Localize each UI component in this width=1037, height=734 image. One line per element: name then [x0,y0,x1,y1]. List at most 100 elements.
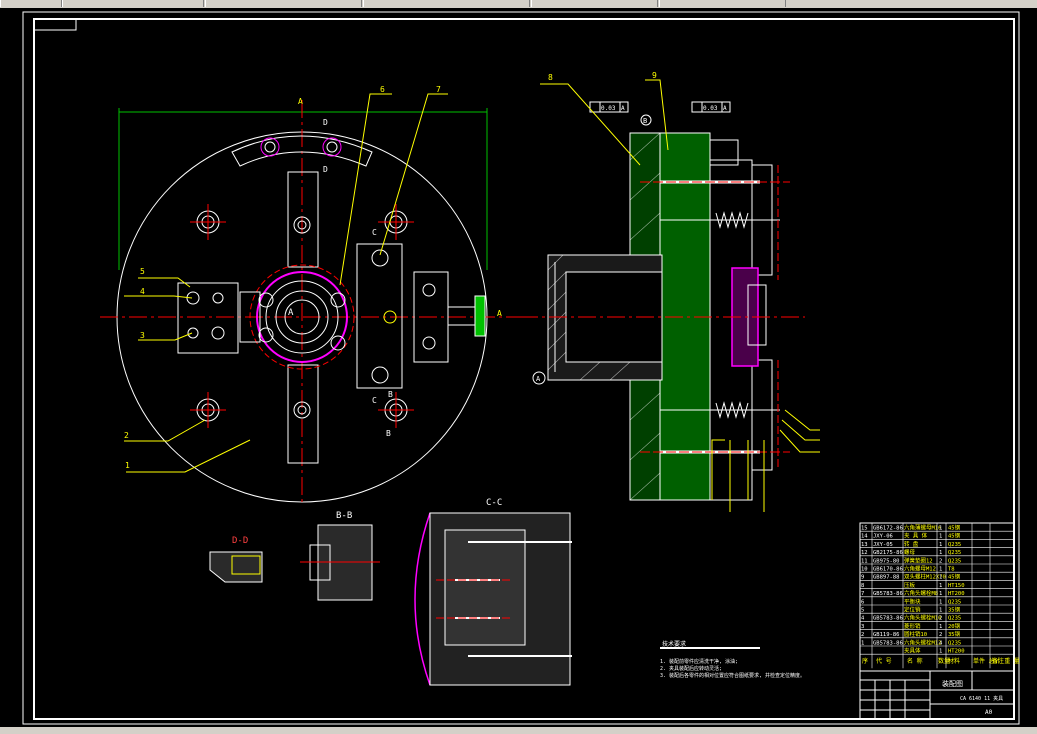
bom-cell: GB897-88 [873,575,900,581]
bom-cell: 45钢 [948,532,961,540]
bom-cell: 45钢 [948,573,961,581]
leader-label-9: 9 [652,71,657,80]
leader-label-5: 5 [140,267,145,276]
section-c-top: C [372,228,377,237]
bom-header-cell: 材料 [948,657,960,665]
bom-cell: 20钢 [948,622,961,630]
bom-cell: 定位销 [904,606,921,614]
bom-cell: 1 [939,567,942,573]
bom-cell: JXY-05 [873,542,893,548]
bom-cell: 2 [939,616,942,622]
bom-cell: 15 [861,526,868,532]
bom-cell: 8 [861,583,864,589]
slot-bolt [260,137,280,157]
bom-cell: GB5783-86 [873,591,903,597]
section-d-top: D [323,118,328,127]
section-d-bottom: D [323,165,328,174]
hole-top-left [190,204,226,240]
notes-line-2: 2. 夹具装配后应转动灵活; [660,665,722,672]
bom-cell: 35钢 [948,630,961,638]
bom-cell: 六角薄螺母M16 [904,524,941,532]
hole-bottom-right [378,392,414,428]
section-a-side: A [497,309,502,318]
runout-ref: A [723,105,727,112]
bom-cell: 1 [939,550,942,556]
drawing-subtitle: CA 6140 11 夹具 [960,695,1003,702]
bom-cell: 菱形销 [904,622,921,630]
bom-cell: 1 [939,649,942,655]
bom-cell: 1 [939,575,942,581]
bom-cell: 9 [861,575,864,581]
datum-label: A [536,375,541,383]
cad-drawing[interactable]: A A A D D C C B B 1 2 3 4 5 6 7 A B 0.03… [0,0,1037,734]
bom-cell: 4 [939,640,943,646]
bom-cell: 1 [939,624,942,630]
bom-cell: 六角头螺栓M10 [904,614,941,622]
runout-frame: 0.03 A [691,101,731,113]
bom-cell: 1 [939,599,942,605]
section-b-top: B [388,390,393,399]
bom-cell: 3 [861,624,864,630]
locator-block [177,282,239,354]
slot-bolt-inner [264,141,276,153]
section-c-bottom: C [372,396,377,405]
bom-cell: GB6170-86 [873,567,903,573]
view-cc-title: C-C [486,498,502,508]
bom-cell: 1 [939,608,942,614]
slot-bolt [322,137,342,157]
bom-cell: GB6172-86 [873,526,903,532]
bom-cell: 1 [939,542,942,548]
bom-cell: 1 [939,591,942,597]
bom-cell: 12 [861,550,868,556]
leader-1 [126,439,251,473]
bom-cell: Q235 [948,616,961,622]
perp-ref: A [621,105,625,112]
hole-bottom-left [190,392,226,428]
bom-header-cell: 名 称 [907,657,923,665]
bom-cell: 六角螺母M12 [904,565,936,573]
bom-cell: T8 [948,567,955,573]
knob-shaft [447,306,477,326]
bom-cell: 35钢 [948,606,961,614]
leader-label-2: 2 [124,431,129,440]
bom-cell: Q235 [948,599,961,605]
detail-view-bb: B-B [300,511,380,601]
leader-label-3: 3 [140,331,145,340]
bom-cell: JXY-06 [873,534,893,540]
bom-cell: 夹具体 [904,647,921,655]
notes-heading: 技术要求 [662,640,686,648]
leader-label-7: 7 [436,85,441,94]
leader-4 [124,295,193,299]
bom-cell: 10 [861,567,868,573]
title-block: 装配图 CA 6140 11 夹具 A0 [859,670,1015,720]
notes-line-1: 1. 装配前零件应清洗干净, 涂油; [660,658,738,665]
bom-cell: 弹簧垫圈12 [904,556,933,564]
section-a-top: A [298,97,303,106]
bom-cell: 六角头螺栓M12 [904,638,941,646]
bom-cell: 2 [939,632,942,638]
detail-view-cc: C-C [414,498,572,686]
bom-cell: 2 [939,558,942,564]
drawing-name: 装配图 [942,679,963,688]
bom-cell: Q235 [948,558,961,564]
bom-cell: GB119-86 [873,632,900,638]
leader-label-4: 4 [140,287,145,296]
slot-bolt-inner [326,141,338,153]
bom-cell: 13 [861,542,868,548]
bom-cell: GB2175-86 [873,550,903,556]
leader-2 [124,419,206,442]
leader-8 [540,83,641,166]
section-b-bottom: B [386,429,391,438]
bom-cell: 1 [939,534,942,540]
leader-3 [138,332,193,341]
front-view: A A A D D C C B B 1 2 3 4 5 6 7 [100,85,525,505]
technical-notes: 技术要求 1. 装配前零件应清洗干净, 涂油; 2. 夹具装配后应转动灵活; 3… [660,640,805,679]
bom-cell: 螺母 [904,548,916,556]
leader-label-1: 1 [125,461,130,470]
bom-cell: 11 [861,558,868,564]
bom-cell: 1 [939,583,942,589]
side-view: A B 0.03 A 0.03 A 8 9 [520,71,820,512]
datum-b-label: B [643,117,647,125]
bom-cell: GB975-80 [873,558,900,564]
sheet-size: A0 [985,709,993,716]
